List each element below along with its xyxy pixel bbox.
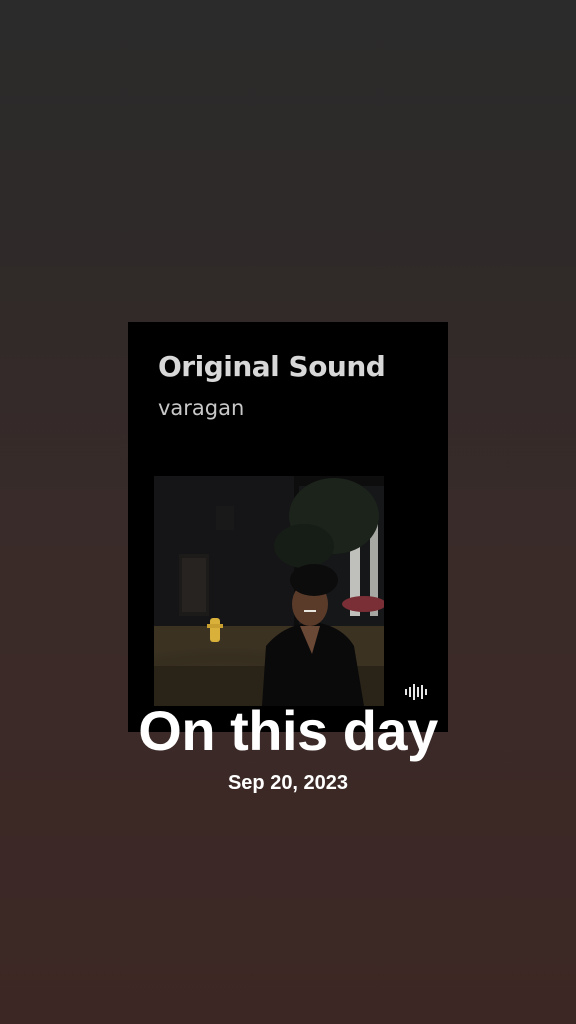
- sound-title: Original Sound: [158, 350, 386, 383]
- story-screen: { "sound_card": { "title": "Original Sou…: [0, 0, 576, 1024]
- sound-card[interactable]: Original Sound varagan: [128, 322, 448, 732]
- cover-photo: [154, 476, 384, 706]
- memory-date: Sep 20, 2023: [227, 772, 349, 794]
- sound-artist: varagan: [158, 396, 245, 420]
- memory-title: On this day: [138, 699, 438, 762]
